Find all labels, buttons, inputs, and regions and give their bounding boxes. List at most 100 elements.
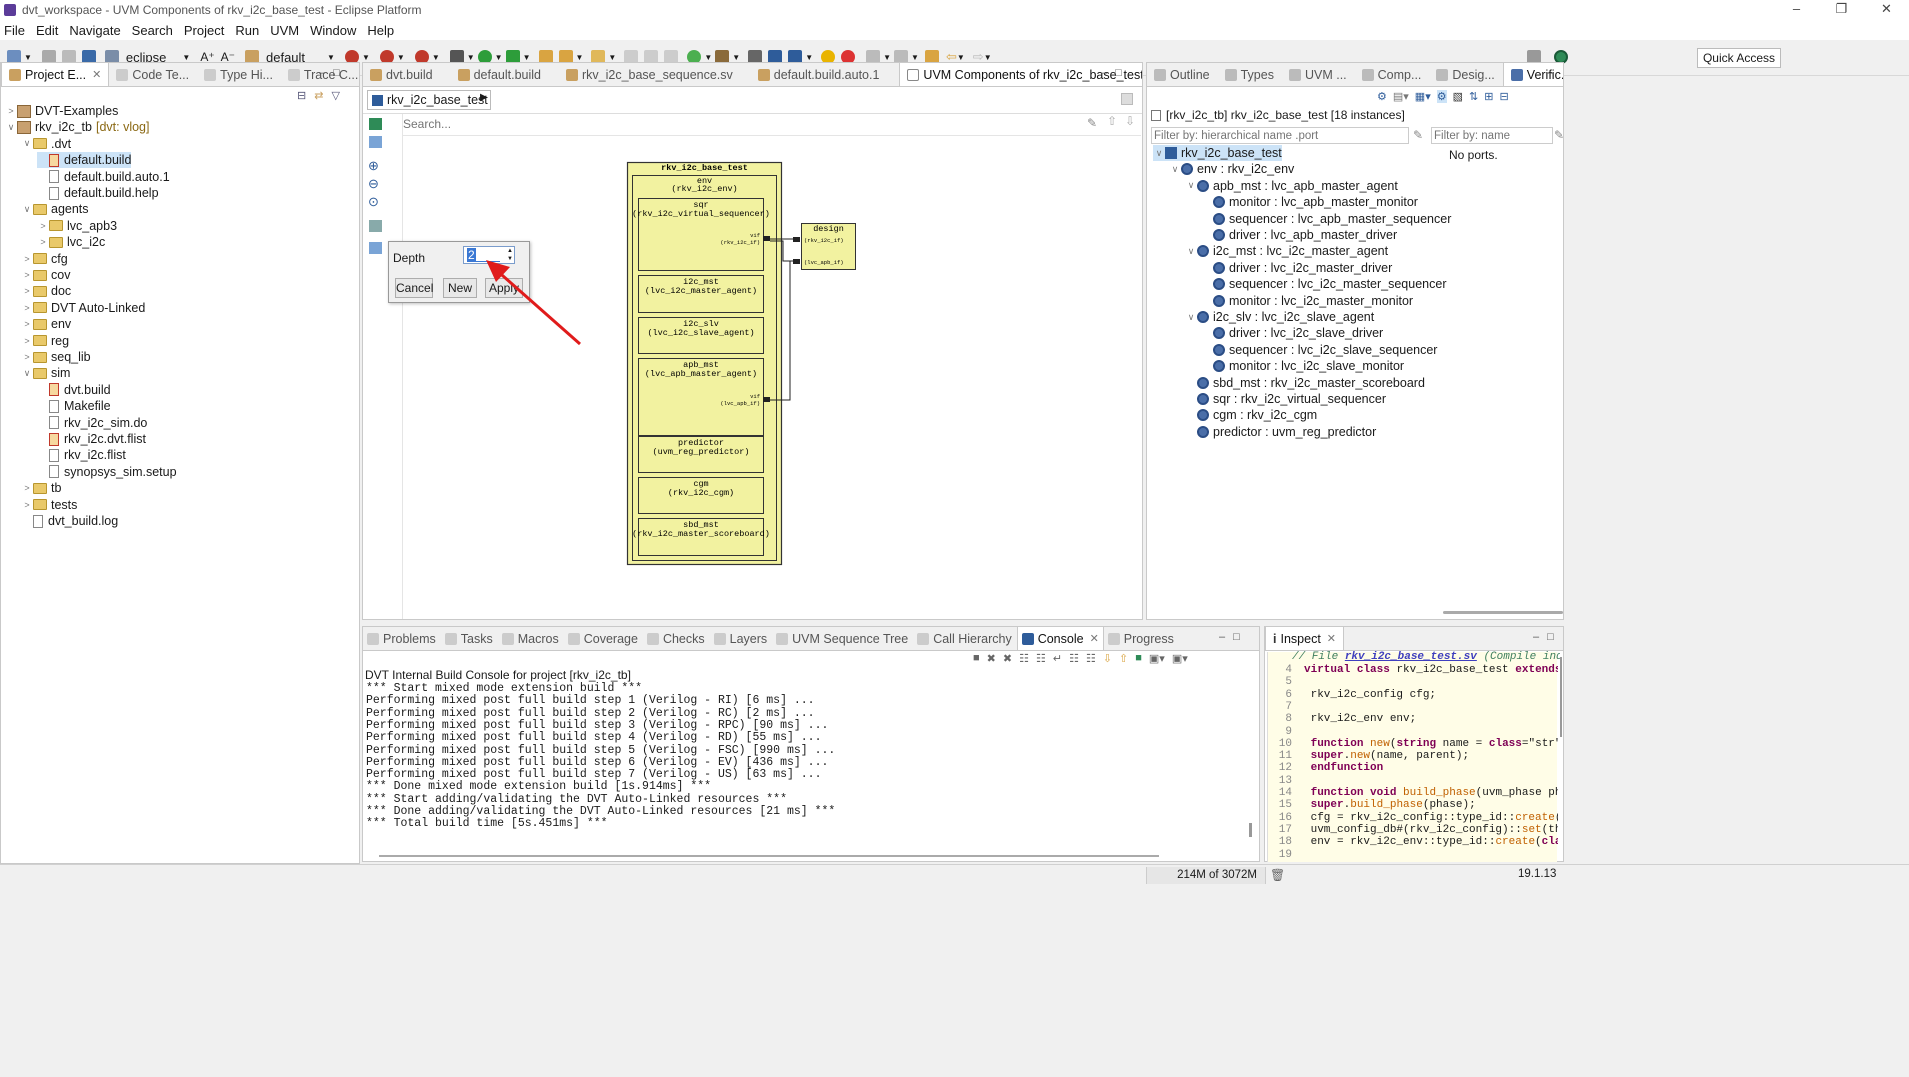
layout-icon[interactable]: ▤▾: [1393, 90, 1409, 103]
breadcrumb-arrow-icon[interactable]: ▶: [480, 92, 488, 103]
verification-tree-item[interactable]: monitor : lvc_i2c_slave_monitor: [1201, 358, 1404, 374]
zoom-out-icon[interactable]: ⊖: [368, 176, 379, 192]
tab-dvt-build[interactable]: dvt.build: [363, 64, 441, 86]
new-console-icon[interactable]: ▣▾: [1172, 652, 1188, 668]
scroll-up-icon[interactable]: ⇧: [1119, 652, 1128, 668]
verification-tree-item[interactable]: predictor : uvm_reg_predictor: [1185, 424, 1376, 440]
verification-tree-item[interactable]: monitor : lvc_i2c_master_monitor: [1201, 293, 1413, 309]
save-image-icon[interactable]: [369, 220, 382, 232]
project-tree-item[interactable]: > DVT Auto-Linked: [21, 300, 145, 316]
tab-coverage[interactable]: Coverage: [564, 628, 643, 650]
scroll-lock-icon[interactable]: ☷: [1036, 652, 1046, 668]
layout-diagram-icon[interactable]: [369, 136, 382, 148]
verification-tree-item[interactable]: sqr : rkv_i2c_virtual_sequencer: [1185, 391, 1386, 407]
build-combo-chevron-icon[interactable]: ▼: [327, 53, 335, 62]
word-wrap-icon[interactable]: ↵: [1053, 652, 1062, 668]
collapse-chevron-icon[interactable]: >: [21, 352, 33, 362]
menu-window[interactable]: Window: [310, 23, 356, 38]
verification-tree-item[interactable]: ∨ rkv_i2c_base_test: [1153, 145, 1282, 161]
remove-launch-icon[interactable]: ✖: [987, 652, 996, 668]
tab-project-explorer[interactable]: Project E... ✕: [1, 63, 110, 86]
verification-tree-item[interactable]: cgm : rkv_i2c_cgm: [1185, 407, 1317, 423]
search-up-icon[interactable]: ⇧: [1107, 114, 1117, 128]
verification-tree-item[interactable]: ∨ i2c_slv : lvc_i2c_slave_agent: [1185, 309, 1375, 325]
zoom-fit-icon[interactable]: ⊙: [368, 194, 379, 210]
close-window-button[interactable]: ✕: [1864, 0, 1909, 20]
tab-problems[interactable]: Problems: [363, 628, 441, 650]
project-tree-item[interactable]: ∨ sim: [21, 365, 71, 381]
project-tree-item[interactable]: > lvc_apb3: [37, 218, 117, 234]
right-panel-minmax[interactable]: –: [1547, 67, 1553, 79]
restore-button[interactable]: ❐: [1819, 0, 1864, 20]
tab-layers[interactable]: Layers: [710, 628, 773, 650]
tab-inspect[interactable]: i Inspect ✕: [1265, 627, 1345, 650]
project-tree-item[interactable]: > cov: [21, 267, 70, 283]
expand-all-icon[interactable]: ⊞: [1484, 90, 1493, 103]
heap-status[interactable]: 214M of 3072M: [1146, 867, 1266, 884]
inspect-minmax[interactable]: –□: [1533, 631, 1562, 643]
hierarchy-icon[interactable]: ⚙: [1377, 90, 1387, 103]
menu-navigate[interactable]: Navigate: [69, 23, 120, 38]
tab-uvm[interactable]: UVM ...: [1282, 64, 1355, 86]
search-down-icon[interactable]: ⇩: [1125, 114, 1135, 128]
open-console-icon[interactable]: ■: [1135, 652, 1142, 668]
editor-minmax[interactable]: –□: [1101, 67, 1130, 79]
pin-console-icon[interactable]: ☷: [1069, 652, 1079, 668]
collapse-all-icon[interactable]: ⊟: [1499, 90, 1508, 103]
collapse-chevron-icon[interactable]: >: [21, 286, 33, 296]
menu-file[interactable]: File: [4, 23, 25, 38]
expand-chevron-icon[interactable]: ∨: [21, 138, 33, 149]
verification-tree-item[interactable]: sequencer : lvc_i2c_master_sequencer: [1201, 276, 1446, 292]
display-console-icon[interactable]: ▣▾: [1149, 652, 1165, 668]
tab-design[interactable]: Desig...: [1429, 64, 1502, 86]
close-icon[interactable]: ✕: [92, 68, 101, 81]
project-tree-item[interactable]: > lvc_i2c: [37, 234, 105, 250]
cancel-button[interactable]: Cancel: [395, 278, 433, 298]
verification-tree-item[interactable]: monitor : lvc_apb_master_monitor: [1201, 194, 1418, 210]
project-tree-item[interactable]: > reg: [21, 333, 69, 349]
inspect-vscroll[interactable]: [1560, 657, 1562, 737]
tab-default-build[interactable]: default.build: [451, 64, 549, 86]
tab-console[interactable]: Console ✕: [1016, 627, 1104, 650]
workspace-combo-chevron-icon[interactable]: ▼: [182, 53, 190, 62]
console-vscroll[interactable]: [1249, 823, 1252, 837]
menu-project[interactable]: Project: [184, 23, 224, 38]
project-tree-item[interactable]: default.build.help: [37, 185, 159, 201]
sort-icon[interactable]: ⇅: [1469, 90, 1478, 103]
verification-tree-item[interactable]: driver : lvc_apb_master_driver: [1201, 227, 1397, 243]
collapse-chevron-icon[interactable]: >: [21, 303, 33, 313]
project-tree-item[interactable]: > doc: [21, 283, 71, 299]
garbage-collect-icon[interactable]: 🗑: [1270, 868, 1285, 882]
horizontal-scrollbar[interactable]: [1443, 611, 1563, 614]
collapse-chevron-icon[interactable]: >: [21, 336, 33, 346]
tab-progress[interactable]: Progress: [1104, 628, 1179, 650]
expand-chevron-icon[interactable]: ∨: [1169, 164, 1181, 175]
expand-chevron-icon[interactable]: ∨: [1185, 180, 1197, 191]
terminate-icon[interactable]: ■: [973, 652, 980, 668]
left-panel-minmax[interactable]: –□: [319, 67, 348, 79]
expand-chevron-icon[interactable]: ∨: [21, 204, 33, 215]
project-tree-item[interactable]: > seq_lib: [21, 349, 90, 365]
verification-tree-item[interactable]: sequencer : lvc_i2c_slave_sequencer: [1201, 342, 1437, 358]
scroll-down-icon[interactable]: ⇩: [1103, 652, 1112, 668]
tab-macros[interactable]: Macros: [498, 628, 564, 650]
remove-all-icon[interactable]: ✖: [1003, 652, 1012, 668]
diagram-options-icon[interactable]: [1121, 93, 1133, 105]
collapse-chevron-icon[interactable]: >: [21, 270, 33, 280]
verification-tree-item[interactable]: driver : lvc_i2c_master_driver: [1201, 260, 1392, 276]
tab-call-hierarchy[interactable]: Call Hierarchy: [913, 628, 1017, 650]
view-menu-chevron-icon[interactable]: ▽: [331, 90, 347, 102]
tab-type-hierarchy[interactable]: Type Hi...: [197, 64, 281, 86]
menu-uvm[interactable]: UVM: [270, 23, 299, 38]
project-tree-item[interactable]: rkv_i2c.dvt.flist: [37, 431, 146, 447]
menu-help[interactable]: Help: [367, 23, 394, 38]
filter-hierarchical-input[interactable]: [1151, 127, 1409, 144]
close-icon[interactable]: ✕: [1090, 632, 1099, 645]
expand-chevron-icon[interactable]: ∨: [5, 122, 17, 133]
ports-icon[interactable]: ▧: [1453, 90, 1463, 103]
verification-tree-item[interactable]: ∨ i2c_mst : lvc_i2c_master_agent: [1185, 243, 1388, 259]
toggle-view-icon[interactable]: ▦▾: [1415, 90, 1431, 103]
tab-tasks[interactable]: Tasks: [441, 628, 498, 650]
clear-search-icon[interactable]: ✎: [1087, 116, 1097, 130]
project-tree-item[interactable]: Makefile: [37, 398, 111, 414]
